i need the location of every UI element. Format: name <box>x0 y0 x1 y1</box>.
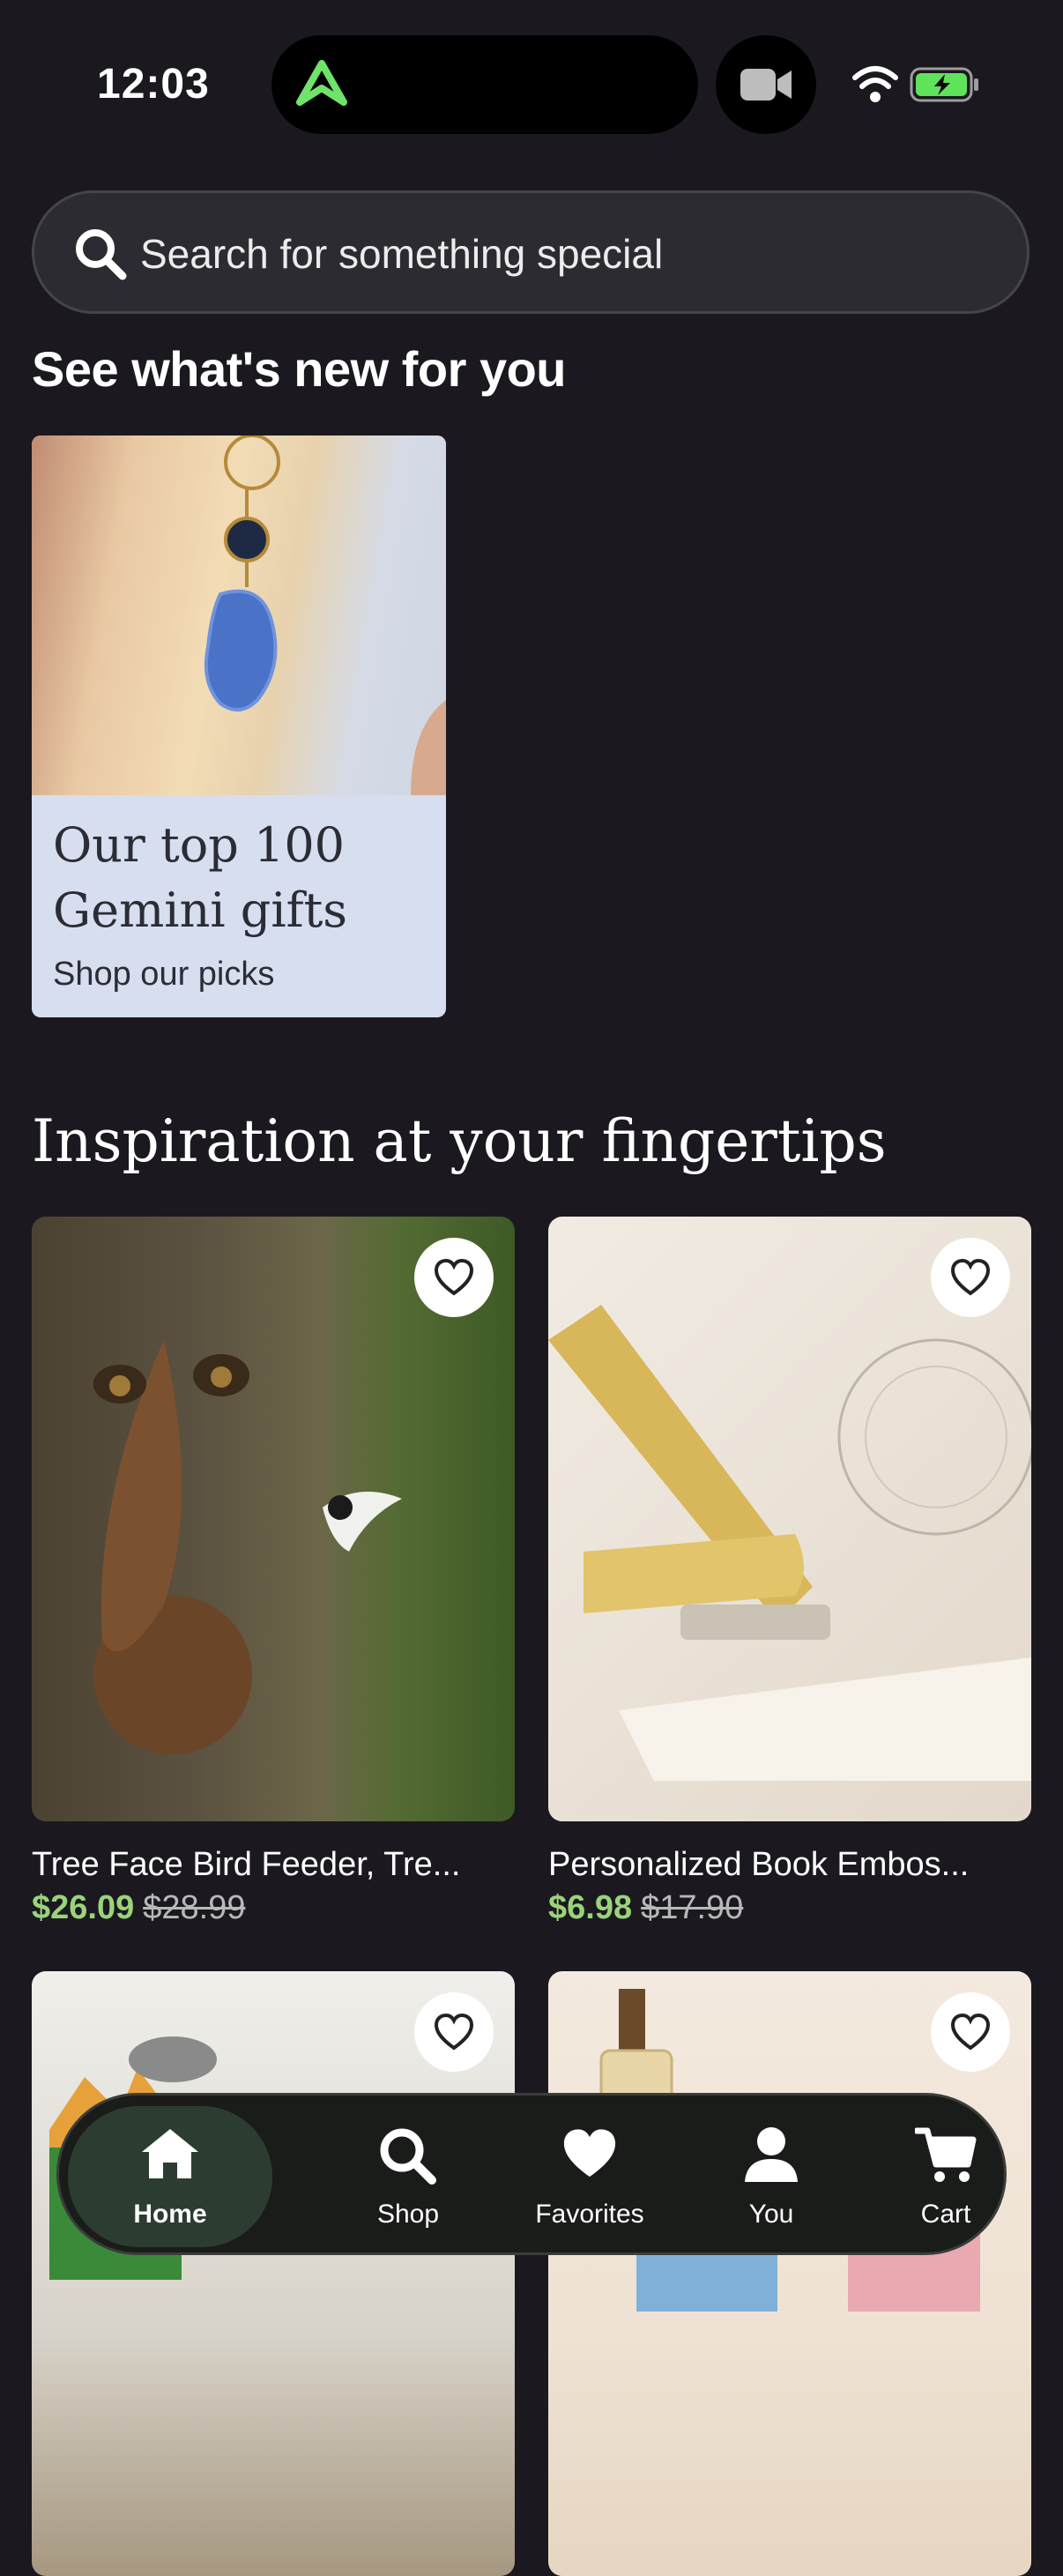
favorite-button[interactable] <box>414 1992 494 2072</box>
search-bar[interactable]: Search for something special <box>32 190 1030 314</box>
app-activity-icon <box>291 56 353 114</box>
nav-home[interactable]: Home <box>68 2106 272 2247</box>
heart-outline-icon <box>950 2013 991 2051</box>
product-title: Tree Face Bird Feeder, Tre... <box>32 1846 461 1883</box>
promo-subtext: Shop our picks <box>53 956 275 993</box>
product-image <box>32 1217 515 1821</box>
promo-heading: Our top 100 Gemini gifts <box>53 817 348 938</box>
dynamic-island <box>271 35 698 134</box>
nav-favorites[interactable]: Favorites <box>493 2096 687 2258</box>
product-card[interactable] <box>548 1971 1031 2576</box>
product-price: $6.98 <box>548 1889 633 1926</box>
bottom-nav: Home Shop Favorites You Cart <box>56 2093 1007 2255</box>
home-icon <box>142 2129 198 2178</box>
battery-charging-icon <box>910 67 978 102</box>
product-title: Personalized Book Embos... <box>548 1846 970 1883</box>
heart-outline-icon <box>434 1258 474 1296</box>
nav-label: You <box>748 2200 794 2229</box>
camera-indicator <box>716 35 816 134</box>
video-camera-icon <box>740 69 792 101</box>
product-card[interactable]: Personalized Book Embos... $6.98 $17.90 <box>548 1217 1031 1927</box>
favorite-button[interactable] <box>414 1238 494 1317</box>
nav-label: Shop <box>376 2200 440 2229</box>
search-icon <box>73 227 128 286</box>
section-title-inspiration: Inspiration at your fingertips <box>32 1107 887 1175</box>
product-image <box>548 1971 1031 2576</box>
product-original-price: $28.99 <box>143 1889 246 1926</box>
product-image <box>32 1971 515 2576</box>
favorite-button[interactable] <box>931 1238 1010 1317</box>
nav-cart[interactable]: Cart <box>849 2096 1043 2258</box>
nav-label: Favorites <box>535 2200 644 2229</box>
nav-label: Home <box>133 2200 207 2229</box>
product-card[interactable] <box>32 1971 515 2576</box>
heart-outline-icon <box>950 1258 991 1296</box>
product-image <box>548 1217 1031 1821</box>
status-time: 12:03 <box>97 61 210 108</box>
product-price: $26.09 <box>32 1889 135 1926</box>
nav-shop[interactable]: Shop <box>311 2096 505 2258</box>
favorite-button[interactable] <box>931 1992 1010 2072</box>
product-card[interactable]: Tree Face Bird Feeder, Tre... $26.09 $28.… <box>32 1217 515 1927</box>
wifi-icon <box>852 66 898 102</box>
search-placeholder: Search for something special <box>140 231 664 277</box>
promo-image <box>32 436 446 795</box>
product-original-price: $17.90 <box>641 1889 744 1926</box>
heart-outline-icon <box>434 2013 474 2051</box>
search-icon <box>380 2128 436 2185</box>
heart-icon <box>563 2129 616 2178</box>
nav-label: Cart <box>920 2200 971 2229</box>
nav-you[interactable]: You <box>674 2096 868 2258</box>
promo-card[interactable]: Our top 100 Gemini gifts Shop our picks <box>32 436 446 1017</box>
section-title-new: See what's new for you <box>32 341 567 397</box>
person-icon <box>745 2127 798 2182</box>
cart-icon <box>915 2127 977 2182</box>
